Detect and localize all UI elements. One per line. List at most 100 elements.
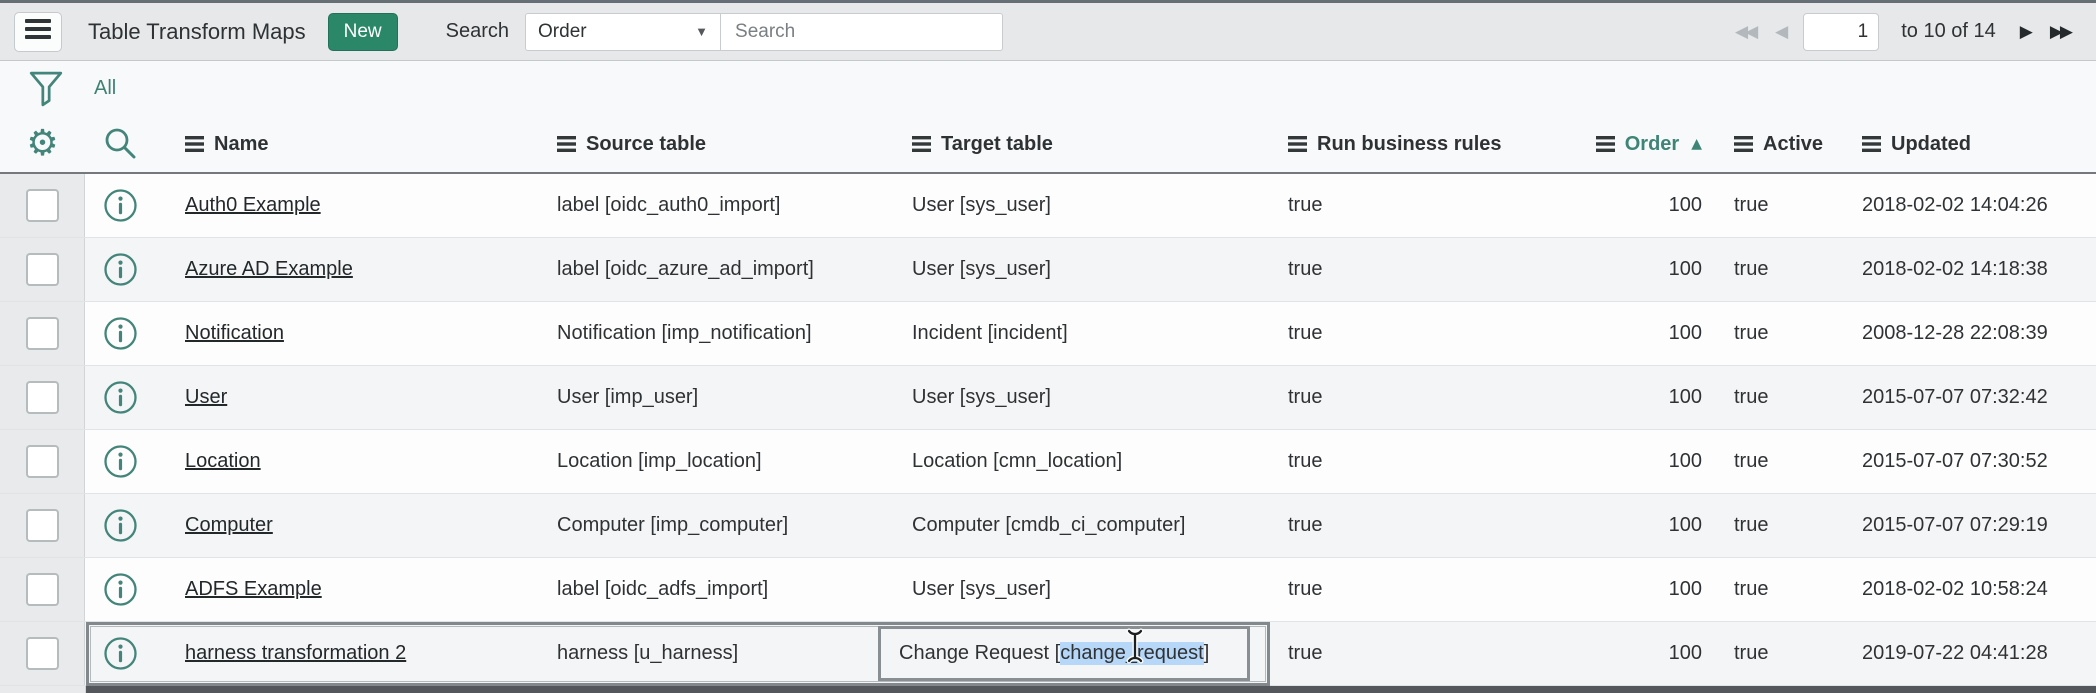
column-header-source-table[interactable]: Source table	[557, 133, 706, 156]
cell-order[interactable]: 100	[1580, 174, 1720, 237]
list-search-icon[interactable]	[103, 126, 139, 162]
cell-active[interactable]: true	[1720, 494, 1850, 557]
cell-target-table[interactable]: Change Request [change_request]	[900, 622, 1280, 685]
row-checkbox[interactable]	[26, 509, 59, 542]
cell-target-table[interactable]: Incident [incident]	[900, 302, 1280, 365]
cell-source-table[interactable]: label [oidc_adfs_import]	[555, 558, 900, 621]
new-button[interactable]: New	[328, 13, 398, 51]
row-name-link[interactable]: Computer	[185, 514, 273, 537]
cell-target-table[interactable]: User [sys_user]	[900, 558, 1280, 621]
cell-active[interactable]: true	[1720, 430, 1850, 493]
cell-active[interactable]: true	[1720, 302, 1850, 365]
row-name-link[interactable]: ADFS Example	[185, 578, 322, 601]
row-name-link[interactable]: Auth0 Example	[185, 194, 321, 217]
filter-funnel-icon[interactable]	[28, 70, 64, 108]
cell-run-business-rules[interactable]: true	[1280, 366, 1580, 429]
cell-target-table[interactable]: Computer [cmdb_ci_computer]	[900, 494, 1280, 557]
cell-run-business-rules[interactable]: true	[1280, 494, 1580, 557]
cell-active[interactable]: true	[1720, 366, 1850, 429]
page-input[interactable]	[1803, 13, 1879, 51]
cell-target-table[interactable]: User [sys_user]	[900, 238, 1280, 301]
last-page-button[interactable]: ▶▶	[2048, 20, 2072, 44]
search-input[interactable]	[721, 13, 1003, 51]
cell-updated[interactable]: 2018-02-02 14:18:38	[1850, 238, 2096, 301]
cell-run-business-rules[interactable]: true	[1280, 302, 1580, 365]
cell-updated[interactable]: 2015-07-07 07:30:52	[1850, 430, 2096, 493]
cell-order[interactable]: 100	[1580, 430, 1720, 493]
table-body: Auth0 Example label [oidc_auth0_import] …	[0, 174, 2096, 686]
cell-updated[interactable]: 2015-07-07 07:29:19	[1850, 494, 2096, 557]
cell-source-table[interactable]: label [oidc_azure_ad_import]	[555, 238, 900, 301]
cell-source-table[interactable]: label [oidc_auth0_import]	[555, 174, 900, 237]
cell-order[interactable]: 100	[1580, 558, 1720, 621]
cell-target-table[interactable]: Location [cmn_location]	[900, 430, 1280, 493]
cell-run-business-rules[interactable]: true	[1280, 558, 1580, 621]
row-info-cell	[85, 302, 185, 365]
cell-order[interactable]: 100	[1580, 366, 1720, 429]
column-menu-icon	[185, 136, 204, 152]
cell-run-business-rules[interactable]: true	[1280, 174, 1580, 237]
column-header-active[interactable]: Active	[1734, 133, 1823, 156]
cell-updated[interactable]: 2018-02-02 14:04:26	[1850, 174, 2096, 237]
cell-source-table[interactable]: Computer [imp_computer]	[555, 494, 900, 557]
cell-active[interactable]: true	[1720, 558, 1850, 621]
cell-run-business-rules[interactable]: true	[1280, 238, 1580, 301]
row-name-link[interactable]: Notification	[185, 322, 284, 345]
cell-target-table[interactable]: User [sys_user]	[900, 366, 1280, 429]
cell-source-table[interactable]: harness [u_harness]	[555, 622, 900, 685]
row-name-link[interactable]: harness transformation 2	[185, 642, 406, 665]
search-field-select[interactable]: Order ▼	[525, 13, 721, 51]
column-header-name[interactable]: Name	[185, 133, 268, 156]
cell-order[interactable]: 100	[1580, 302, 1720, 365]
cell-updated[interactable]: 2018-02-02 10:58:24	[1850, 558, 2096, 621]
column-header-updated[interactable]: Updated	[1862, 133, 1971, 156]
row-info-cell	[85, 174, 185, 237]
row-checkbox[interactable]	[26, 189, 59, 222]
cell-order[interactable]: 100	[1580, 622, 1720, 685]
table-row: Azure AD Example label [oidc_azure_ad_im…	[0, 238, 2096, 302]
gear-icon[interactable]: ⚙	[26, 126, 58, 162]
table-row: Computer Computer [imp_computer] Compute…	[0, 494, 2096, 558]
cell-active[interactable]: true	[1720, 238, 1850, 301]
info-icon[interactable]	[103, 572, 138, 607]
row-checkbox[interactable]	[26, 445, 59, 478]
cell-source-table[interactable]: Notification [imp_notification]	[555, 302, 900, 365]
next-page-button[interactable]: ▶	[2018, 20, 2032, 44]
cell-order[interactable]: 100	[1580, 494, 1720, 557]
row-name-link[interactable]: Location	[185, 450, 261, 473]
cell-updated[interactable]: 2019-07-22 04:41:28	[1850, 622, 2096, 685]
row-info-cell	[85, 494, 185, 557]
column-header-target-table[interactable]: Target table	[912, 133, 1053, 156]
info-icon[interactable]	[103, 444, 138, 479]
cell-updated[interactable]: 2015-07-07 07:32:42	[1850, 366, 2096, 429]
cell-run-business-rules[interactable]: true	[1280, 622, 1580, 685]
cell-order[interactable]: 100	[1580, 238, 1720, 301]
info-icon[interactable]	[103, 316, 138, 351]
cell-active[interactable]: true	[1720, 174, 1850, 237]
prev-page-button[interactable]: ◀	[1773, 20, 1787, 44]
cell-source-table[interactable]: Location [imp_location]	[555, 430, 900, 493]
column-header-run-business-rules[interactable]: Run business rules	[1288, 133, 1502, 156]
cell-source-table[interactable]: User [imp_user]	[555, 366, 900, 429]
row-checkbox[interactable]	[26, 381, 59, 414]
row-checkbox[interactable]	[26, 317, 59, 350]
info-icon[interactable]	[103, 252, 138, 287]
cell-updated[interactable]: 2008-12-28 22:08:39	[1850, 302, 2096, 365]
breadcrumb-all-link[interactable]: All	[94, 77, 116, 100]
info-icon[interactable]	[103, 508, 138, 543]
cell-run-business-rules[interactable]: true	[1280, 430, 1580, 493]
row-checkbox[interactable]	[26, 637, 59, 670]
cell-target-table[interactable]: User [sys_user]	[900, 174, 1280, 237]
info-icon[interactable]	[103, 636, 138, 671]
list-context-menu-button[interactable]	[14, 12, 62, 52]
column-header-order[interactable]: Order ▲	[1596, 133, 1702, 156]
cell-active[interactable]: true	[1720, 622, 1850, 685]
info-icon[interactable]	[103, 188, 138, 223]
row-checkbox[interactable]	[26, 253, 59, 286]
inline-edit-box[interactable]: Change Request [change_request]	[878, 626, 1250, 681]
row-name-link[interactable]: Azure AD Example	[185, 258, 353, 281]
row-name-link[interactable]: User	[185, 386, 227, 409]
info-icon[interactable]	[103, 380, 138, 415]
row-checkbox[interactable]	[26, 573, 59, 606]
first-page-button[interactable]: ◀◀	[1733, 20, 1757, 44]
